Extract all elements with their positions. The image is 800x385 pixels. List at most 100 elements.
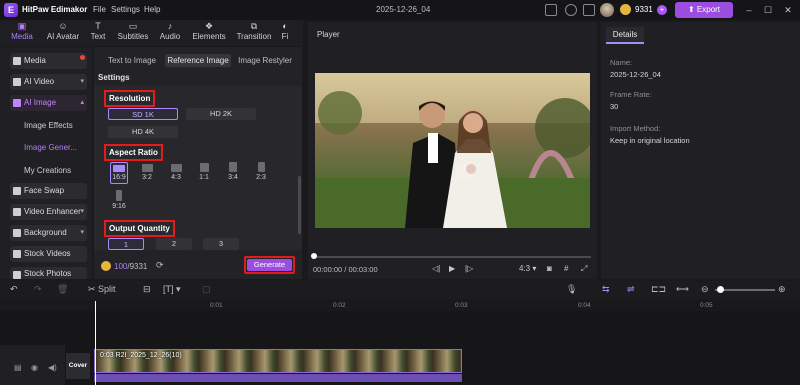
- ruler-tick: 0:02: [333, 302, 346, 309]
- sidebar-item-background[interactable]: Background ▾: [10, 225, 87, 241]
- quantity-2-option[interactable]: 2: [156, 238, 192, 250]
- fullscreen-icon[interactable]: ⤢: [581, 264, 587, 274]
- tab-text-to-image[interactable]: Text to Image: [104, 54, 160, 67]
- sidebar-item-ai-image[interactable]: AI Image ▴: [10, 95, 87, 111]
- tab-transition[interactable]: ⧉ Transition: [232, 21, 276, 45]
- aspect-shape-icon: [229, 162, 237, 172]
- forward-icon[interactable]: |▷: [465, 264, 473, 273]
- undo-icon[interactable]: ↶: [10, 284, 18, 295]
- fit-icon[interactable]: ⟷: [676, 284, 689, 295]
- tab-media[interactable]: ▣ Media: [0, 21, 44, 45]
- menu-settings[interactable]: Settings: [111, 5, 140, 14]
- generate-button[interactable]: Generate: [247, 259, 292, 271]
- aspect-1-1-option[interactable]: 1:1: [195, 162, 213, 184]
- track-header: ▤ ◉ ◀): [0, 345, 65, 385]
- app-logo-icon: E: [4, 3, 18, 17]
- aspect-2-3-option[interactable]: 2:3: [252, 162, 270, 184]
- zoom-in-icon[interactable]: ⊕: [778, 284, 786, 295]
- aspect-3-2-option[interactable]: 3:2: [138, 162, 156, 184]
- sidebar-subitem-my-creations[interactable]: My Creations: [24, 166, 71, 175]
- tab-details[interactable]: Details: [606, 27, 644, 44]
- add-credits-button[interactable]: +: [657, 5, 667, 15]
- tab-filter[interactable]: ◐ Fi: [274, 21, 296, 45]
- app-name: HitPaw Edimakor: [22, 5, 88, 14]
- aspect-16-9-option[interactable]: 16:9: [110, 162, 128, 184]
- mail-icon[interactable]: [583, 4, 595, 16]
- tab-reference-image[interactable]: Reference Image: [165, 54, 231, 67]
- zoom-knob[interactable]: [717, 286, 724, 293]
- sidebar-item-media[interactable]: Media: [10, 53, 87, 69]
- playhead[interactable]: [95, 301, 96, 385]
- resolution-sd1k-option[interactable]: SD 1K: [108, 108, 178, 120]
- aspect-ratio-heading: Aspect Ratio: [104, 144, 163, 161]
- zoom-out-icon[interactable]: ⊖: [701, 284, 709, 295]
- clip-label: 0:03 R2I_2025_12_26(10): [100, 352, 182, 359]
- sidebar-subitem-image-generator[interactable]: Image Gener...: [24, 143, 77, 152]
- export-button[interactable]: ⬆ Export: [675, 2, 733, 18]
- settings-scrollbar[interactable]: [298, 176, 301, 234]
- aspect-ratio-select[interactable]: 4:3 ▾: [519, 264, 536, 273]
- refresh-icon[interactable]: ⟳: [156, 260, 164, 271]
- credit-usage: 100/9331: [114, 262, 148, 271]
- snapshot-icon[interactable]: ◙: [547, 264, 552, 273]
- aspect-shape-icon: [170, 164, 182, 172]
- close-icon[interactable]: ✕: [782, 4, 794, 16]
- crop-icon[interactable]: ▢: [202, 284, 211, 295]
- tab-audio[interactable]: ♪ Audio: [148, 21, 192, 45]
- menu-file[interactable]: File: [93, 5, 106, 14]
- ruler-tick: 0:05: [700, 302, 713, 309]
- redo-icon[interactable]: ↷: [34, 284, 42, 295]
- resolution-hd4k-option[interactable]: HD 4K: [108, 126, 178, 138]
- frame-rate-value: 30: [610, 102, 619, 111]
- filter-icon: ◐: [282, 21, 288, 31]
- resolution-hd2k-option[interactable]: HD 2K: [186, 108, 256, 120]
- volume-icon[interactable]: ◀): [48, 363, 57, 372]
- timeline-ruler[interactable]: [94, 299, 800, 311]
- audio-track[interactable]: [94, 374, 462, 382]
- name-label: Name:: [610, 58, 633, 67]
- sidebar-item-video-enhancer[interactable]: Video Enhancer ▾: [10, 204, 87, 220]
- coin-icon: [101, 261, 111, 271]
- quantity-1-option[interactable]: 1: [108, 238, 144, 250]
- name-value: 2025-12-26_04: [610, 70, 661, 79]
- delete-icon[interactable]: 🗑: [57, 284, 68, 295]
- quantity-3-option[interactable]: 3: [203, 238, 239, 250]
- aspect-shape-icon: [116, 190, 122, 201]
- rewind-icon[interactable]: ◁|: [432, 264, 440, 273]
- link-icon[interactable]: ⇆: [602, 284, 610, 295]
- stock-video-icon: [13, 250, 21, 258]
- sidebar-item-ai-video[interactable]: AI Video ▾: [10, 74, 87, 90]
- maximize-icon[interactable]: ☐: [762, 4, 774, 16]
- avatar[interactable]: [600, 3, 614, 17]
- zoom-slider[interactable]: [715, 289, 775, 291]
- tab-image-restyler[interactable]: Image Restyler: [236, 54, 294, 67]
- microphone-icon[interactable]: 🎙: [566, 284, 577, 295]
- screen-icon[interactable]: [545, 4, 557, 16]
- help-icon[interactable]: [565, 4, 577, 16]
- sidebar-item-face-swap[interactable]: Face Swap: [10, 183, 87, 199]
- aspect-shape-icon: [257, 162, 265, 172]
- magnet-icon[interactable]: ⇌: [627, 284, 635, 295]
- text-tool-icon[interactable]: [T] ▾: [163, 284, 181, 295]
- ruler-tick: 0:01: [210, 302, 223, 309]
- aspect-9-16-option[interactable]: 9:16: [110, 190, 128, 212]
- aspect-4-3-option[interactable]: 4:3: [167, 162, 185, 184]
- menu-help[interactable]: Help: [144, 5, 160, 14]
- marker-icon[interactable]: ⊟: [143, 284, 151, 295]
- sidebar-item-stock-photos[interactable]: Stock Photos: [10, 267, 87, 279]
- tab-elements[interactable]: ❖ Elements: [187, 21, 231, 45]
- grid-icon[interactable]: #: [564, 264, 568, 273]
- play-icon[interactable]: ▶: [449, 264, 455, 273]
- split-track-icon[interactable]: ⊏⊐: [651, 284, 666, 295]
- playback-progress-bar[interactable]: [313, 256, 591, 258]
- eye-icon[interactable]: ◉: [31, 363, 38, 372]
- cover-button[interactable]: Cover: [66, 353, 90, 379]
- playback-knob[interactable]: [311, 253, 317, 259]
- notification-dot: [80, 55, 85, 60]
- aspect-3-4-option[interactable]: 3:4: [224, 162, 242, 184]
- split-button[interactable]: ✂ Split: [88, 284, 116, 295]
- minimize-icon[interactable]: –: [743, 4, 755, 16]
- lock-icon[interactable]: ▤: [14, 363, 22, 372]
- sidebar-subitem-image-effects[interactable]: Image Effects: [24, 121, 73, 130]
- sidebar-item-stock-videos[interactable]: Stock Videos: [10, 246, 87, 262]
